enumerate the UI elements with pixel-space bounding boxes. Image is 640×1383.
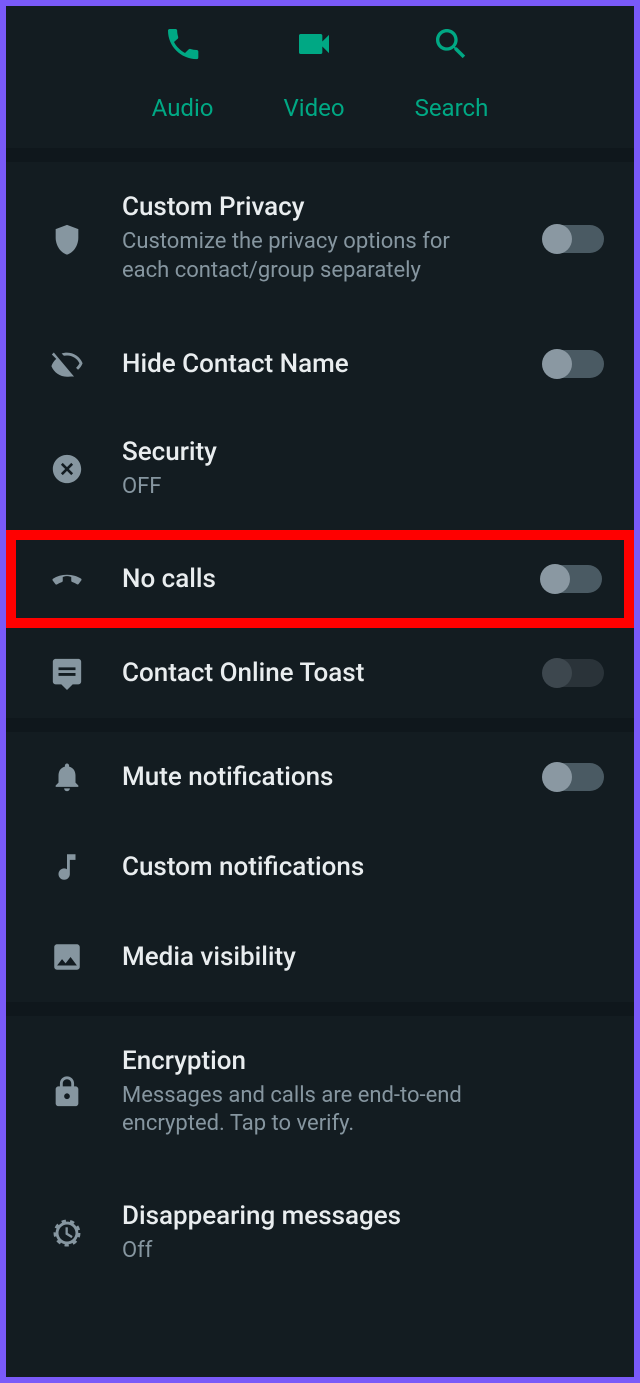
disappearing-messages-row[interactable]: Disappearing messages Off <box>6 1173 634 1294</box>
mute-notifications-row[interactable]: Mute notifications <box>6 732 634 822</box>
video-label: Video <box>284 94 345 122</box>
video-icon <box>294 24 334 68</box>
divider <box>6 1002 634 1016</box>
row-body: Disappearing messages Off <box>122 1201 604 1266</box>
search-label: Search <box>415 94 489 122</box>
mute-notifications-toggle[interactable] <box>544 763 604 791</box>
eye-off-icon <box>44 347 90 381</box>
contact-online-toast-row[interactable]: Contact Online Toast <box>6 628 634 718</box>
timer-icon <box>44 1216 90 1250</box>
custom-privacy-sub: Customize the privacy options for each c… <box>122 228 502 285</box>
music-note-icon <box>44 850 90 884</box>
row-body: No calls <box>122 564 542 594</box>
row-body: Custom notifications <box>122 852 604 882</box>
custom-privacy-title: Custom Privacy <box>122 192 544 222</box>
row-body: Custom Privacy Customize the privacy opt… <box>122 192 544 285</box>
row-body: Security OFF <box>122 437 604 502</box>
message-icon <box>44 656 90 690</box>
row-body: Media visibility <box>122 942 604 972</box>
call-end-icon <box>44 562 90 596</box>
disappearing-messages-title: Disappearing messages <box>122 1201 604 1231</box>
media-visibility-row[interactable]: Media visibility <box>6 912 634 1002</box>
audio-label: Audio <box>152 94 214 122</box>
row-body: Encryption Messages and calls are end-to… <box>122 1046 604 1139</box>
no-calls-toggle[interactable] <box>542 565 602 593</box>
media-visibility-title: Media visibility <box>122 942 604 972</box>
image-icon <box>44 940 90 974</box>
mute-notifications-title: Mute notifications <box>122 762 544 792</box>
hide-contact-name-toggle[interactable] <box>544 350 604 378</box>
no-calls-highlight: No calls <box>6 530 634 628</box>
divider <box>6 148 634 162</box>
security-sub: OFF <box>122 473 502 502</box>
audio-call-button[interactable]: Audio <box>152 24 214 122</box>
row-body: Contact Online Toast <box>122 658 544 688</box>
custom-privacy-toggle[interactable] <box>544 225 604 253</box>
row-body: Hide Contact Name <box>122 349 544 379</box>
close-circle-icon <box>44 452 90 486</box>
contact-online-toast-title: Contact Online Toast <box>122 658 544 688</box>
app-frame: Audio Video Search Custom Privacy Custom… <box>0 0 640 1383</box>
top-actions: Audio Video Search <box>6 6 634 148</box>
divider <box>6 718 634 732</box>
video-call-button[interactable]: Video <box>284 24 345 122</box>
hide-contact-name-title: Hide Contact Name <box>122 349 544 379</box>
custom-privacy-row[interactable]: Custom Privacy Customize the privacy opt… <box>6 162 634 319</box>
custom-notifications-title: Custom notifications <box>122 852 604 882</box>
shield-icon <box>44 222 90 256</box>
disappearing-messages-sub: Off <box>122 1237 502 1266</box>
no-calls-row[interactable]: No calls <box>16 540 624 618</box>
row-body: Mute notifications <box>122 762 544 792</box>
hide-contact-name-row[interactable]: Hide Contact Name <box>6 319 634 409</box>
no-calls-title: No calls <box>122 564 542 594</box>
search-icon <box>431 24 471 68</box>
contact-online-toast-toggle[interactable] <box>544 659 604 687</box>
phone-icon <box>163 24 203 68</box>
encryption-sub: Messages and calls are end-to-end encryp… <box>122 1082 562 1139</box>
encryption-title: Encryption <box>122 1046 604 1076</box>
lock-icon <box>44 1075 90 1109</box>
custom-notifications-row[interactable]: Custom notifications <box>6 822 634 912</box>
security-row[interactable]: Security OFF <box>6 409 634 530</box>
encryption-row[interactable]: Encryption Messages and calls are end-to… <box>6 1016 634 1173</box>
security-title: Security <box>122 437 604 467</box>
bell-icon <box>44 760 90 794</box>
search-button[interactable]: Search <box>415 24 489 122</box>
